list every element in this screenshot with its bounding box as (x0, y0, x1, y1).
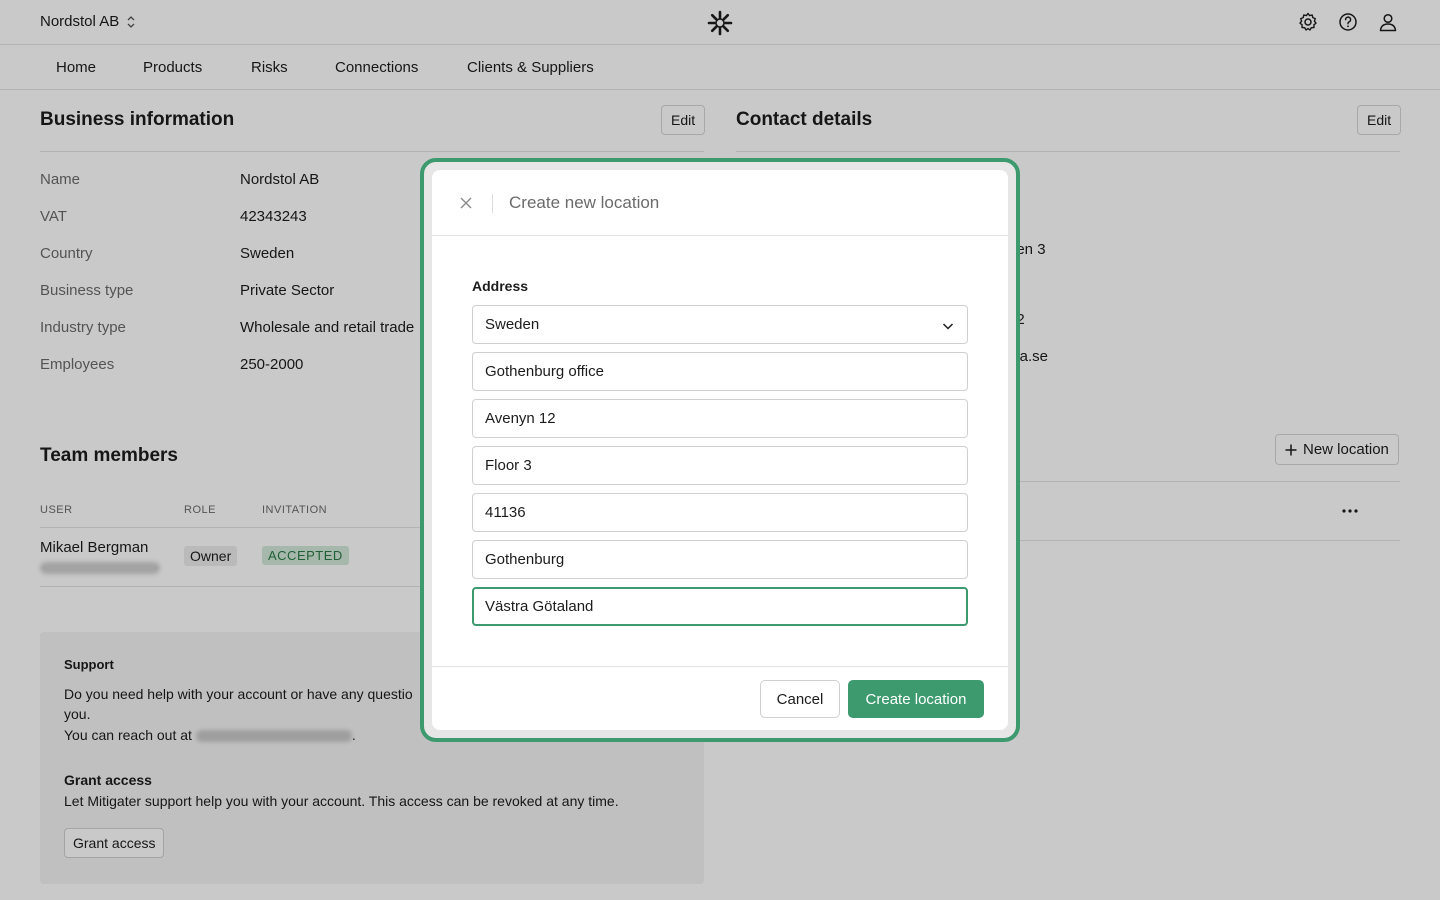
dialog-header: Create new location (432, 170, 1008, 236)
address-line2-input[interactable] (485, 457, 955, 474)
street-address-input[interactable] (485, 410, 955, 427)
city-field[interactable] (472, 540, 968, 579)
country-select[interactable]: Sweden (472, 305, 968, 344)
dialog-footer: Cancel Create location (432, 666, 1008, 730)
close-icon[interactable] (456, 191, 476, 215)
region-field[interactable] (472, 587, 968, 626)
postal-code-input[interactable] (485, 504, 955, 521)
chevron-down-icon (942, 323, 954, 330)
address-line2-field[interactable] (472, 446, 968, 485)
location-name-input[interactable] (485, 363, 955, 380)
city-input[interactable] (485, 551, 955, 568)
create-location-dialog: Create new location Address Sweden Cance… (432, 170, 1008, 730)
address-label: Address (472, 278, 529, 294)
region-input[interactable] (485, 598, 955, 615)
create-location-button[interactable]: Create location (848, 680, 984, 718)
header-divider (492, 194, 493, 213)
cancel-button[interactable]: Cancel (760, 680, 840, 718)
street-address-field[interactable] (472, 399, 968, 438)
postal-code-field[interactable] (472, 493, 968, 532)
location-name-field[interactable] (472, 352, 968, 391)
dialog-title: Create new location (509, 193, 660, 212)
country-select-value: Sweden (485, 316, 540, 333)
